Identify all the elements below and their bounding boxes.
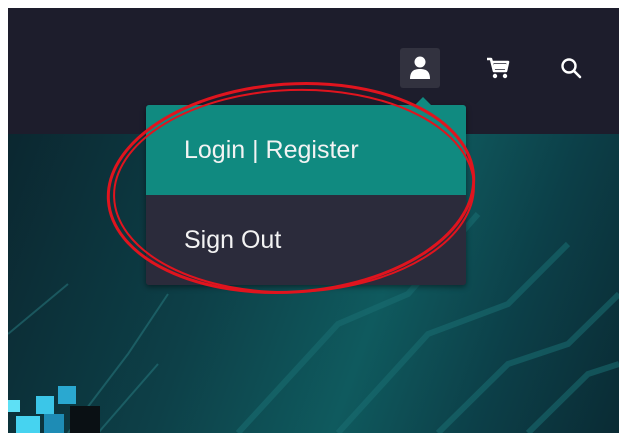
search-icon bbox=[561, 58, 582, 79]
page-frame: Login | Register Sign Out bbox=[8, 8, 619, 433]
user-icon bbox=[410, 56, 430, 79]
cart-icon bbox=[487, 57, 510, 79]
pixel-blocks bbox=[8, 386, 100, 433]
cart-button[interactable] bbox=[478, 48, 518, 88]
menu-item-sign-out[interactable]: Sign Out bbox=[146, 195, 466, 285]
menu-item-login-register[interactable]: Login | Register bbox=[146, 105, 466, 195]
search-button[interactable] bbox=[551, 48, 591, 88]
account-button[interactable] bbox=[400, 48, 440, 88]
menu-item-label: Sign Out bbox=[184, 225, 282, 254]
account-dropdown-menu: Login | Register Sign Out bbox=[146, 97, 466, 285]
menu-item-label: Login | Register bbox=[184, 135, 359, 164]
